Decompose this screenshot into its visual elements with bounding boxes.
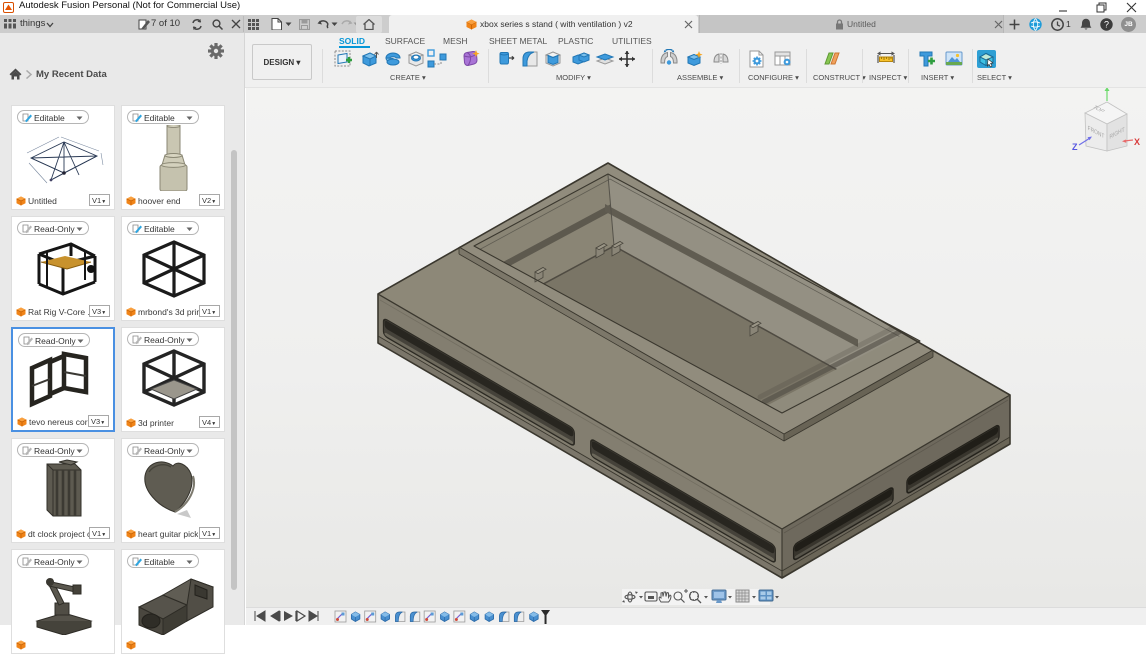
svg-text:?: ?	[1104, 20, 1109, 30]
